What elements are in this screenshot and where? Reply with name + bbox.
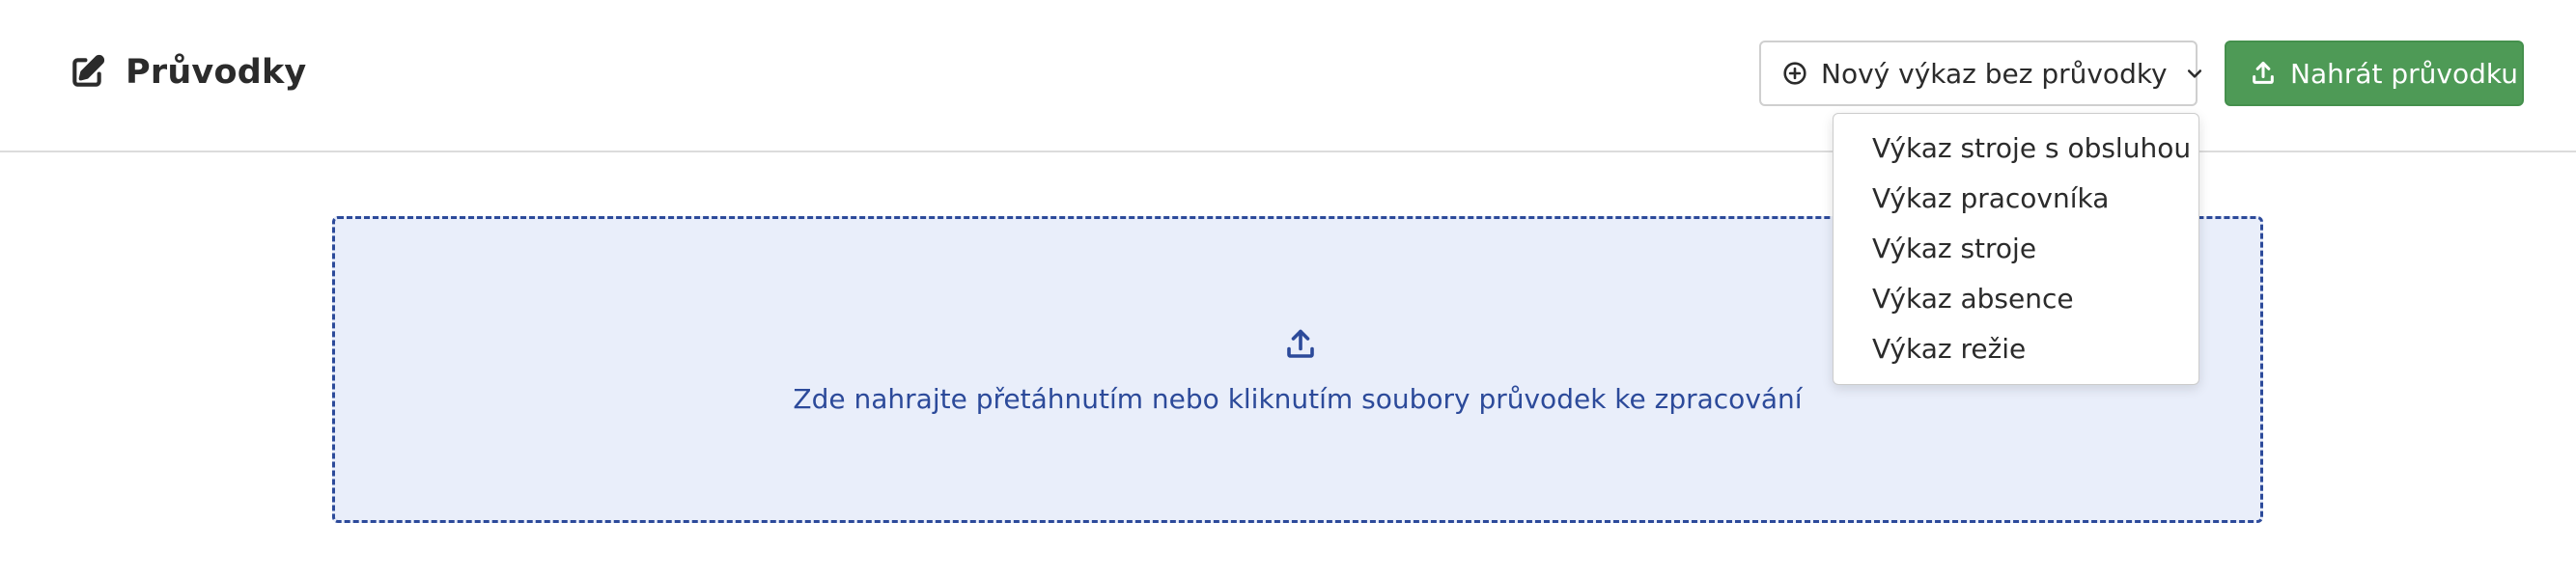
new-report-dropdown-menu: Výkaz stroje s obsluhou Výkaz pracovníka… xyxy=(1833,113,2199,385)
dropzone-text: Zde nahrajte přetáhnutím nebo kliknutím … xyxy=(793,383,1803,415)
page-title: Průvodky xyxy=(126,53,307,92)
page-title-group: Průvodky xyxy=(68,50,306,95)
new-report-label: Nový výkaz bez průvodky xyxy=(1821,57,2168,90)
menu-item-worker[interactable]: Výkaz pracovníka xyxy=(1834,174,2198,224)
new-report-dropdown-button[interactable]: Nový výkaz bez průvodky xyxy=(1759,41,2201,106)
chevron-down-icon xyxy=(2185,64,2204,83)
upload-icon xyxy=(1283,327,1318,362)
edit-icon xyxy=(68,53,106,92)
menu-item-absence[interactable]: Výkaz absence xyxy=(1834,274,2198,324)
plus-circle-icon xyxy=(1782,61,1807,86)
menu-item-machine[interactable]: Výkaz stroje xyxy=(1834,224,2198,274)
menu-item-machine-with-operator[interactable]: Výkaz stroje s obsluhou xyxy=(1834,124,2198,174)
upload-button[interactable]: Nahrát průvodku xyxy=(2225,41,2524,106)
upload-icon xyxy=(2250,60,2277,87)
menu-item-overhead[interactable]: Výkaz režie xyxy=(1834,324,2198,374)
upload-button-label: Nahrát průvodku xyxy=(2290,57,2519,90)
